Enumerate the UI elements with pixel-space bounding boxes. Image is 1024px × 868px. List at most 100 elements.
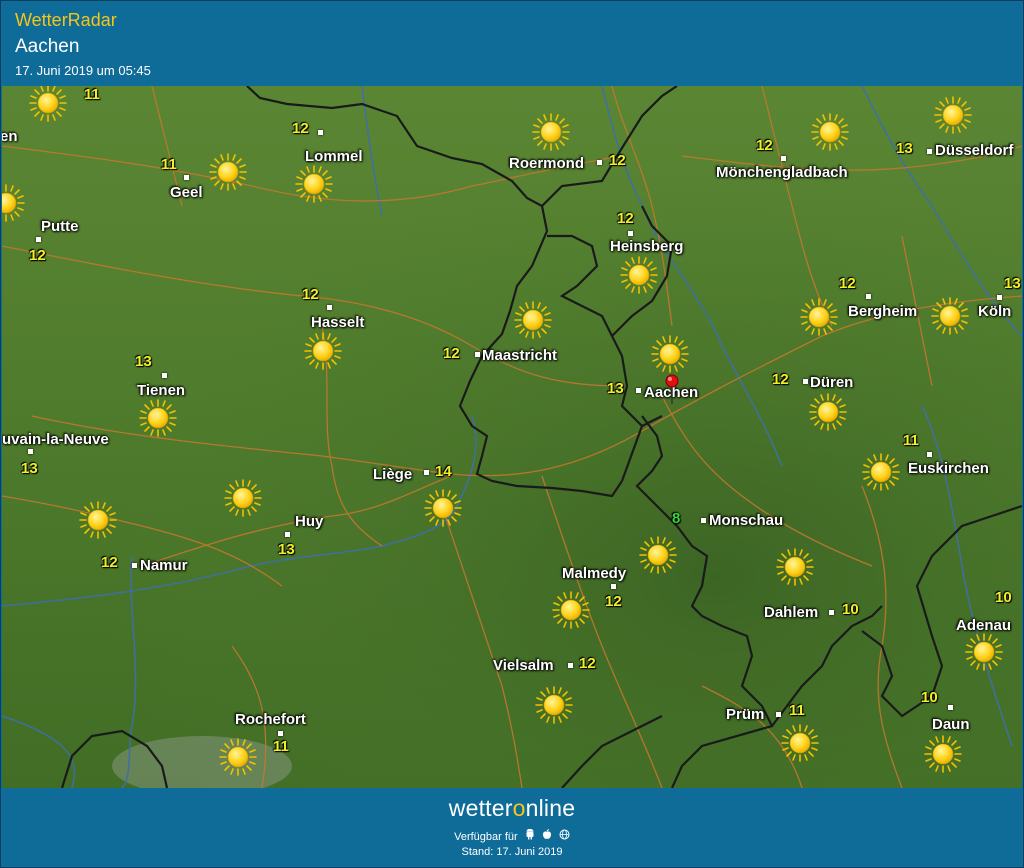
location-pin-icon[interactable] [665, 374, 679, 404]
weather-map[interactable]: en Lommel Roermond Mönchengladbach Düsse… [2, 86, 1022, 788]
place-marker [636, 388, 641, 393]
temperature-value: 11 [273, 738, 289, 755]
place-label-maastricht: Maastricht [482, 347, 558, 364]
temperature-value: 10 [995, 589, 1012, 606]
temperature-value: 13 [1004, 275, 1021, 292]
web-icon[interactable] [559, 829, 570, 843]
place-marker [475, 352, 480, 357]
sun-icon [810, 112, 850, 152]
sun-icon [638, 535, 678, 575]
sun-icon [775, 547, 815, 587]
sun-icon [223, 478, 263, 518]
brand-o: o [512, 795, 526, 821]
sun-icon [303, 331, 343, 371]
place-label-huy: Huy [295, 513, 324, 530]
sun-icon [780, 723, 820, 763]
temperature-value: 12 [609, 152, 626, 169]
place-label-louvain-la-neuve: uvain-la-Neuve [2, 431, 109, 448]
temperature-value: 11 [84, 86, 100, 103]
place-marker [803, 379, 808, 384]
app-title: WetterRadar [15, 10, 117, 30]
temperature-value: 12 [29, 247, 46, 264]
place-label-hasselt: Hasselt [311, 314, 365, 331]
temperature-value: 12 [443, 345, 460, 362]
place-marker [866, 294, 871, 299]
sun-icon [138, 398, 178, 438]
forecast-timestamp: 17. Juni 2019 um 05:45 [15, 63, 151, 78]
place-marker [927, 452, 932, 457]
temperature-value: 12 [302, 286, 319, 303]
place-label-dahlem: Dahlem [764, 604, 819, 621]
temperature-value: 13 [21, 460, 38, 477]
availability-line: Verfügbar für [2, 828, 1022, 843]
sun-icon [28, 86, 68, 123]
temperature-value: 13 [896, 140, 913, 157]
place-label-malmedy: Malmedy [562, 565, 627, 582]
sun-icon [423, 488, 463, 528]
sun-icon [799, 297, 839, 337]
sun-icon [2, 183, 26, 223]
temperature-value: 12 [772, 371, 789, 388]
sun-icon [78, 500, 118, 540]
temperature-value: 12 [617, 210, 634, 227]
place-label-geel: Geel [170, 184, 203, 201]
place-label-dueren: Düren [810, 374, 854, 391]
place-label-daun: Daun [932, 716, 970, 733]
sun-icon [964, 632, 1004, 672]
android-icon[interactable] [525, 828, 535, 843]
available-label: Verfügbar für [454, 831, 518, 843]
apple-icon[interactable] [542, 829, 552, 843]
place-label-heinsberg: Heinsberg [610, 238, 684, 255]
temperature-value: 12 [292, 120, 309, 137]
place-marker [829, 610, 834, 615]
temperature-value: 11 [161, 156, 177, 173]
sun-icon [513, 300, 553, 340]
place-label-bergheim: Bergheim [848, 303, 918, 320]
header: WetterRadar Aachen 17. Juni 2019 um 05:4… [2, 2, 1022, 85]
temperature-value: 12 [101, 554, 118, 571]
sun-icon [619, 255, 659, 295]
place-marker [424, 470, 429, 475]
place-label-moenchengladbach: Mönchengladbach [716, 164, 848, 181]
place-label-euskirchen: Euskirchen [908, 460, 989, 477]
footer: wetteronline Verfügbar für Stand: 17. Ju… [2, 789, 1022, 866]
place-marker [162, 373, 167, 378]
place-label-duesseldorf: Düsseldorf [935, 142, 1014, 159]
app-frame: WetterRadar Aachen 17. Juni 2019 um 05:4… [0, 0, 1024, 868]
place-label-roermond: Roermond [509, 155, 584, 172]
place-marker [776, 712, 781, 717]
place-marker [997, 295, 1002, 300]
temperature-value: 11 [789, 702, 805, 719]
place-marker [701, 518, 706, 523]
temperature-value: 12 [839, 275, 856, 292]
place-marker [611, 584, 616, 589]
sun-icon [861, 452, 901, 492]
place-marker [781, 156, 786, 161]
place-label: en [2, 128, 18, 145]
temperature-value: 12 [579, 655, 596, 672]
place-label-monschau: Monschau [709, 512, 784, 529]
temperature-value: 13 [607, 380, 624, 397]
temperature-value: 12 [756, 137, 773, 154]
data-status: Stand: 17. Juni 2019 [461, 846, 563, 858]
place-marker [327, 305, 332, 310]
sun-icon [218, 737, 258, 777]
brand-logo[interactable]: wetteronline [2, 795, 1022, 822]
brand-suffix: nline [525, 795, 576, 821]
sun-icon [930, 296, 970, 336]
temperature-value: 14 [435, 463, 452, 480]
temperature-value: 12 [605, 593, 622, 610]
place-label-vielsalm: Vielsalm [493, 657, 554, 674]
place-label-pruem: Prüm [726, 706, 765, 723]
place-marker [28, 449, 33, 454]
temperature-value: 10 [842, 601, 859, 618]
place-marker [184, 175, 189, 180]
place-marker [568, 663, 573, 668]
sun-icon [808, 392, 848, 432]
place-label-putte: Putte [41, 218, 79, 235]
temperature-value: 8 [672, 510, 681, 527]
sun-icon [534, 685, 574, 725]
sun-icon [294, 164, 334, 204]
temperature-value: 13 [278, 541, 295, 558]
place-marker [36, 237, 41, 242]
